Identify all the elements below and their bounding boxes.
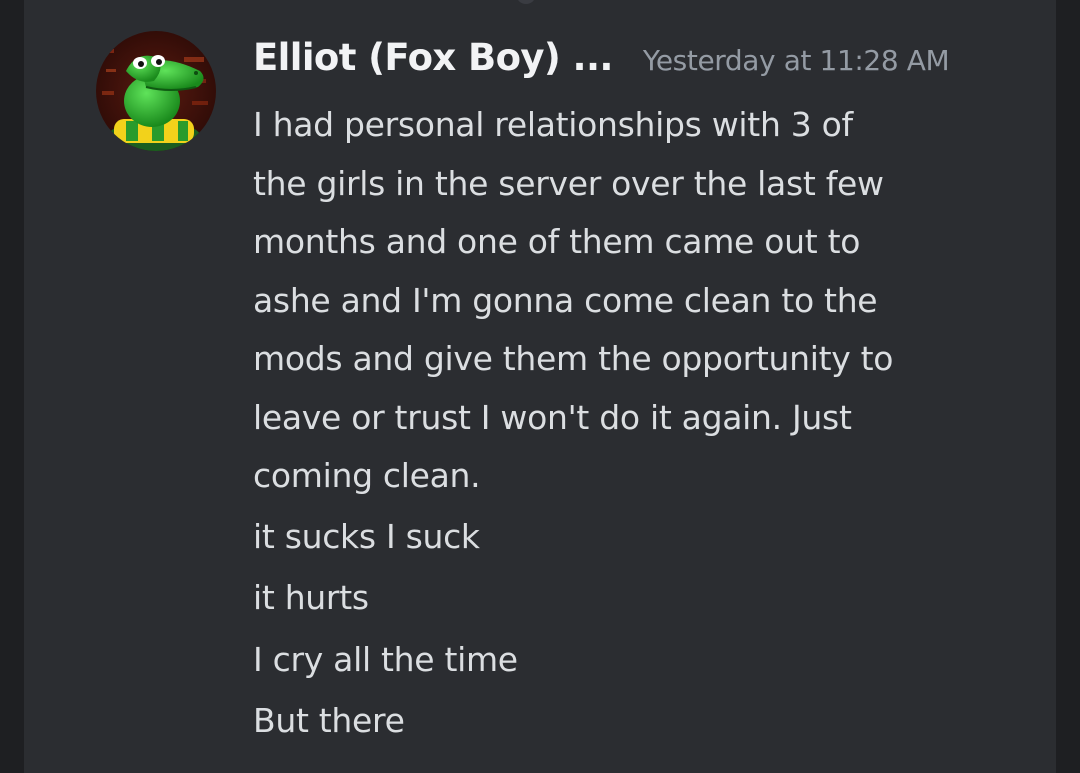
message-line: months and one of them came out to (253, 222, 861, 261)
message-line: leave or trust I won't do it again. Just (253, 397, 852, 437)
follow-up-message: it hurts (253, 578, 369, 617)
message-timestamp[interactable]: Yesterday at 11:28 AM (643, 44, 950, 77)
message-line: I had personal relationships with 3 of (253, 105, 853, 144)
message-line: ashe and I'm gonna come clean to the (253, 280, 878, 320)
author-username[interactable]: Elliot (Fox Boy) ... (253, 36, 613, 79)
message-content: I had personal relationships with 3 of t… (253, 96, 1043, 752)
message-header: Elliot (Fox Boy) ... Yesterday at 11:28 … (253, 36, 950, 100)
message-line: mods and give them the opportunity to (253, 339, 894, 378)
message-line: the girls in the server over the last fe… (253, 163, 884, 203)
left-gutter (0, 0, 24, 773)
follow-up-message: I cry all the time (253, 639, 518, 679)
right-gutter (1056, 0, 1080, 773)
crocodile-avatar-icon[interactable] (96, 31, 216, 151)
message-line: coming clean. (253, 456, 481, 495)
chat-panel: Elliot (Fox Boy) ... Yesterday at 11:28 … (24, 0, 1056, 773)
follow-up-message: it sucks I suck (253, 516, 480, 556)
chat-message: Elliot (Fox Boy) ... Yesterday at 11:28 … (24, 0, 1056, 773)
follow-up-message: But there (253, 701, 405, 740)
